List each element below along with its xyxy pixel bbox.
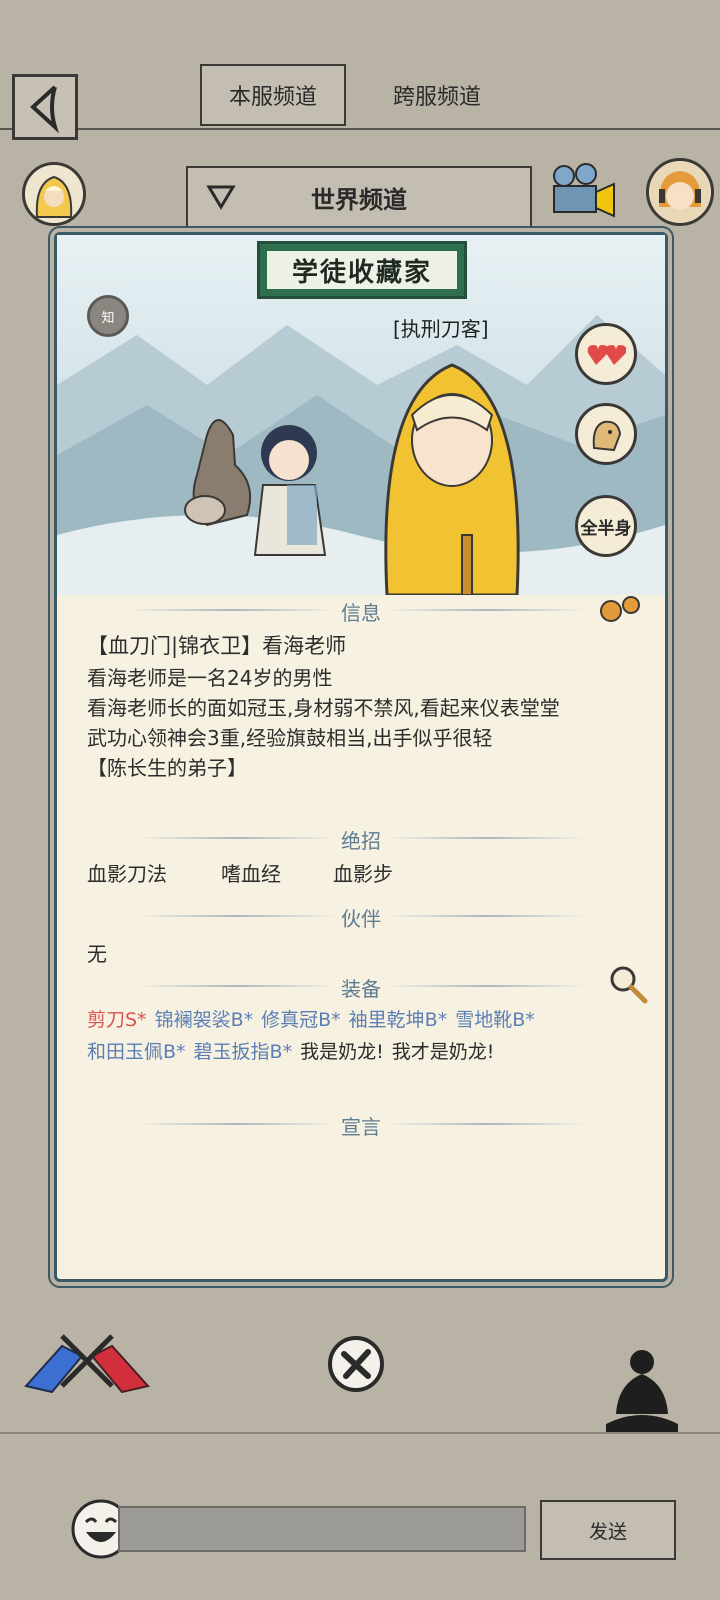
video-camera-icon xyxy=(553,163,615,218)
equip-item[interactable]: 雪地靴B* xyxy=(455,1009,535,1031)
body-view-label: 全半身 xyxy=(580,518,632,539)
contact-avatar[interactable] xyxy=(646,158,714,226)
video-camera-button[interactable] xyxy=(548,162,620,228)
back-button[interactable] xyxy=(12,74,78,140)
crossed-swords-fighters-icon xyxy=(24,1334,150,1394)
skill-item[interactable]: 血影步 xyxy=(333,859,393,889)
duel-button[interactable] xyxy=(22,1326,152,1400)
tab-label: 本服频道 xyxy=(228,85,317,110)
section-title-partner: 伙伴 xyxy=(341,907,381,931)
know-badge[interactable]: 知 xyxy=(87,295,129,337)
equip-item[interactable]: 袖里乾坤B* xyxy=(349,1009,448,1031)
send-button[interactable]: 发送 xyxy=(540,1500,676,1560)
skill-label: 血影步 xyxy=(333,862,393,886)
skill-item[interactable]: 嗜血经 xyxy=(221,859,281,889)
title-plate: 学徒收藏家 xyxy=(257,241,467,299)
equip-item[interactable]: 碧玉扳指B* xyxy=(194,1041,293,1063)
section-title-info: 信息 xyxy=(341,601,381,625)
equipment-row-2: 和田玉佩B* 碧玉扳指B* 我是奶龙! 我才是奶龙! xyxy=(87,1037,502,1067)
tab-cross-server[interactable]: 跨服频道 xyxy=(364,64,510,126)
tab-local-server[interactable]: 本服频道 xyxy=(200,64,346,126)
section-title-equipment: 装备 xyxy=(341,977,381,1001)
like-button[interactable] xyxy=(575,323,637,385)
meditate-button[interactable] xyxy=(602,1344,682,1438)
player-title: 学徒收藏家 xyxy=(265,249,459,291)
triangle-down-icon xyxy=(206,185,236,210)
body-view-toggle[interactable]: 全半身 xyxy=(575,495,637,557)
mount-button[interactable] xyxy=(575,403,637,465)
character-scene: 学徒收藏家 知 [执刑刀客] 全半身 xyxy=(57,235,665,595)
info-line-age: 看海老师是一名24岁的男性 xyxy=(87,666,333,690)
section-title-declaration: 宣言 xyxy=(341,1115,381,1139)
equip-item[interactable]: 剪刀S* xyxy=(87,1009,147,1031)
camel-icon xyxy=(592,420,622,452)
chevron-left-icon xyxy=(30,85,59,134)
tab-label: 跨服频道 xyxy=(392,85,481,110)
info-line-master: 【陈长生的弟子】 xyxy=(87,756,247,780)
channel-selector[interactable]: 世界频道 xyxy=(186,166,532,228)
equip-item[interactable]: 和田玉佩B* xyxy=(87,1041,186,1063)
magnifier-icon[interactable] xyxy=(607,963,649,1005)
section-title-skills: 绝招 xyxy=(341,829,381,853)
profile-card: 学徒收藏家 知 [执刑刀客] 全半身 信息 【血刀门|锦衣卫】看海老师 看海老师… xyxy=(54,232,668,1282)
chat-input[interactable] xyxy=(118,1506,526,1552)
skill-label: 血影刀法 xyxy=(87,862,167,886)
partner-value: 无 xyxy=(87,942,107,966)
cross-circle-icon xyxy=(328,1336,384,1392)
send-label: 发送 xyxy=(588,1520,627,1543)
info-line-name: 【血刀门|锦衣卫】看海老师 xyxy=(87,634,347,658)
know-badge-label: 知 xyxy=(101,310,115,326)
block-button[interactable] xyxy=(326,1334,386,1398)
player-avatar[interactable] xyxy=(22,162,86,226)
equip-item[interactable]: 我是奶龙! xyxy=(300,1041,384,1063)
meditating-figure-icon xyxy=(606,1350,678,1432)
channel-label: 世界频道 xyxy=(311,185,407,214)
equip-item[interactable]: 我才是奶龙! xyxy=(392,1041,495,1063)
skill-item[interactable]: 血影刀法 xyxy=(87,859,167,889)
info-line-appearance: 看海老师长的面如冠玉,身材弱不禁风,看起来仪表堂堂 xyxy=(87,696,560,720)
role-tag: [执刑刀客] xyxy=(393,317,489,341)
hooded-character-icon xyxy=(25,165,83,223)
equip-item[interactable]: 锦襕袈裟B* xyxy=(155,1009,254,1031)
header-divider xyxy=(0,128,720,130)
girl-avatar-icon xyxy=(649,161,711,223)
equip-item[interactable]: 修真冠B* xyxy=(261,1009,341,1031)
hearts-icon xyxy=(587,345,626,365)
info-line-skill: 武功心领神会3重,经验旗鼓相当,出手似乎很轻 xyxy=(87,726,493,750)
equipment-row-1: 剪刀S* 锦襕袈裟B* 修真冠B* 袖里乾坤B* 雪地靴B* xyxy=(87,1005,543,1035)
skill-label: 嗜血经 xyxy=(221,862,281,886)
